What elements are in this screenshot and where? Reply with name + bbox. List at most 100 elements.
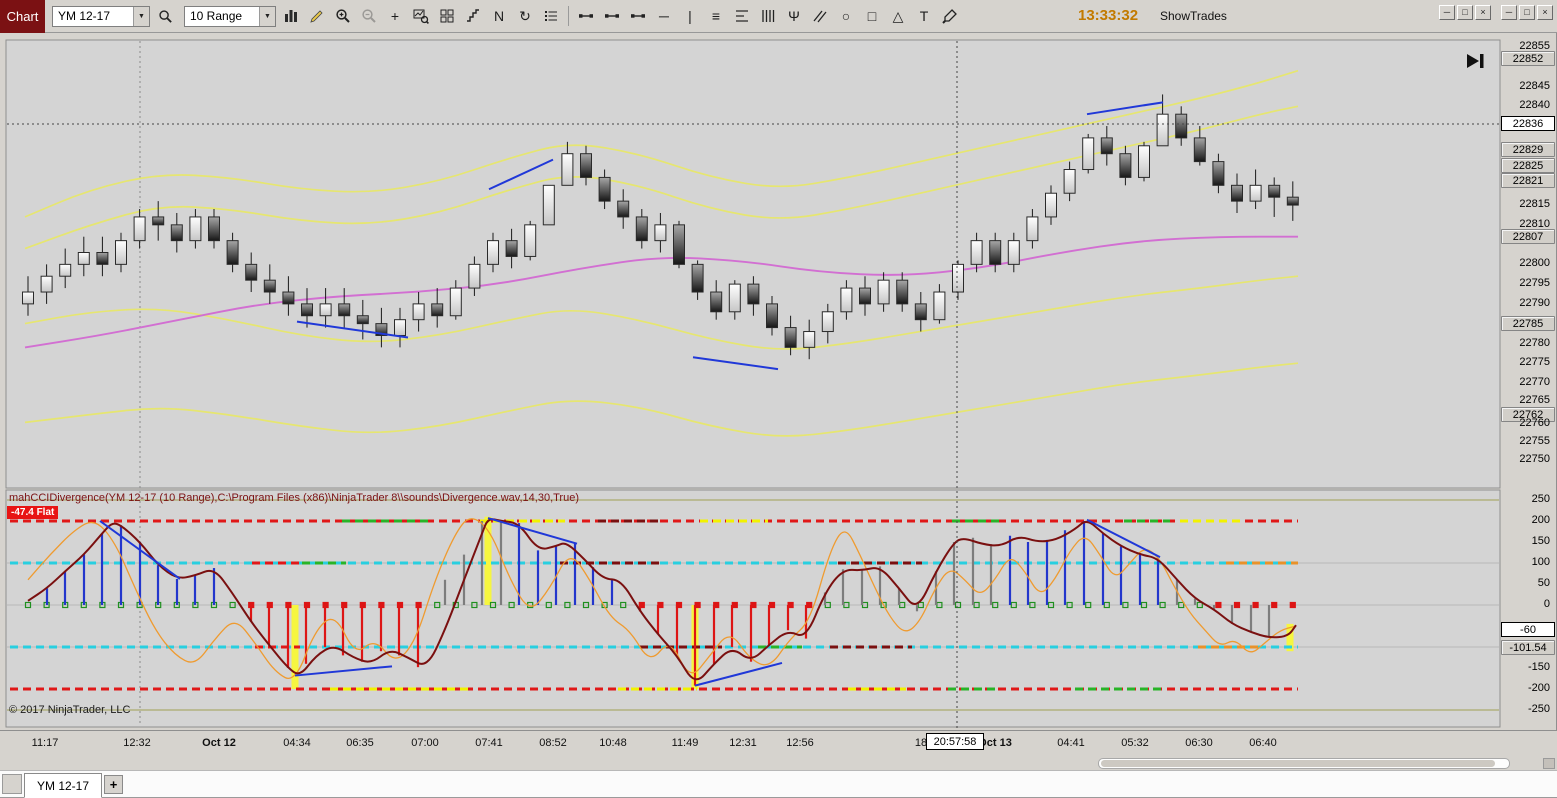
time-axis-label: 07:41 — [475, 737, 503, 749]
price-axis-label: 22780 — [1519, 337, 1550, 349]
data-box-icon[interactable] — [409, 4, 433, 28]
price-axis-label: 22785 — [1501, 316, 1555, 331]
price-axis-label: 22821 — [1501, 173, 1555, 188]
time-axis-label: 06:40 — [1249, 737, 1277, 749]
ellipse-tool-icon[interactable]: ○ — [834, 4, 858, 28]
price-axis-label: 22836 — [1501, 116, 1555, 131]
indicator-title: mahCCIDivergence(YM 12-17 (10 Range),C:\… — [9, 492, 579, 504]
window-caption: Chart — [0, 0, 45, 33]
indicator-axis-label: -150 — [1527, 661, 1550, 673]
price-axis-label: 22807 — [1501, 229, 1555, 244]
dropdown-arrow-icon[interactable] — [259, 6, 275, 26]
indicator-value-badge: -47.4 Flat — [7, 506, 59, 519]
trend-lines-icon[interactable]: ≡ — [704, 4, 728, 28]
toolbar-separator — [568, 6, 569, 26]
indicator-axis-label: 50 — [1537, 577, 1550, 589]
time-axis-label: 11:49 — [671, 737, 699, 749]
restore-button[interactable]: □ — [1457, 5, 1473, 20]
instrument-selector[interactable]: YM 12-17 — [52, 5, 150, 27]
price-axis-label: 22750 — [1519, 453, 1550, 465]
text-tool-icon[interactable]: T — [912, 4, 936, 28]
time-axis[interactable]: 20:57:58 11:17 12:32 Oct 12 04:34 06:35 07:00… — [0, 730, 1557, 757]
indicator-axis-label: 150 — [1531, 535, 1550, 547]
indicator-axis-label: -60 — [1501, 622, 1555, 637]
price-axis-label: 22829 — [1501, 142, 1555, 157]
chart-canvas[interactable] — [0, 0, 1557, 797]
vertical-line-tool-icon[interactable]: | — [678, 4, 702, 28]
indicator-axis-label: 0 — [1543, 598, 1550, 610]
time-axis-label: 06:35 — [346, 737, 374, 749]
line-tool-icon[interactable] — [574, 4, 598, 28]
price-axis-label: 22760 — [1519, 417, 1550, 429]
reload-icon[interactable]: ↻ — [513, 4, 537, 28]
tab-bar: YM 12-17 + — [0, 770, 1557, 798]
time-axis-label: 12:56 — [786, 737, 814, 749]
horizontal-line-tool-icon[interactable]: ─ — [652, 4, 676, 28]
indicator-axis-label: 250 — [1531, 493, 1550, 505]
triangle-tool-icon[interactable]: △ — [886, 4, 910, 28]
copyright-label: © 2017 NinjaTrader, LLC — [9, 704, 131, 716]
tab-scroll-button[interactable] — [2, 774, 22, 794]
time-axis-label: 12:32 — [123, 737, 151, 749]
go-to-last-bar-icon[interactable] — [1464, 52, 1486, 75]
fibonacci-tool-icon[interactable] — [730, 4, 754, 28]
step-plot-icon[interactable] — [461, 4, 485, 28]
extended-line-tool-icon[interactable] — [626, 4, 650, 28]
time-axis-label: 04:41 — [1057, 737, 1085, 749]
show-trades-label[interactable]: ShowTrades — [1160, 9, 1227, 23]
app-minimize-button[interactable]: ─ — [1501, 5, 1517, 20]
interval-value: 10 Range — [190, 9, 243, 23]
indicator-axis-label: -101.54 — [1501, 640, 1555, 655]
ray-tool-icon[interactable] — [600, 4, 624, 28]
app-close-button[interactable]: × — [1537, 5, 1553, 20]
zoom-in-icon[interactable] — [331, 4, 355, 28]
toolbar-icons: + N ↻ ─ | ≡ Ψ ○ □ △ T — [279, 4, 962, 28]
window-buttons: ─ □ × ─ □ × — [1439, 5, 1553, 20]
price-axis-label: 22765 — [1519, 394, 1550, 406]
toolbar: Chart YM 12-17 10 Range +N↻─|≡Ψ○□△T 13:3… — [0, 0, 1557, 33]
indicator-axis-label: 100 — [1531, 556, 1550, 568]
time-axis-label: 11:17 — [31, 737, 59, 749]
parallel-channel-icon[interactable] — [808, 4, 832, 28]
minimize-button[interactable]: ─ — [1439, 5, 1455, 20]
zigzag-icon[interactable]: N — [487, 4, 511, 28]
time-axis-label: 06:30 — [1185, 737, 1213, 749]
price-axis-label: 22775 — [1519, 356, 1550, 368]
indicator-axis-label: -250 — [1527, 703, 1550, 715]
cursor-time-box: 20:57:58 — [926, 733, 984, 750]
chart-style-icon[interactable] — [279, 4, 303, 28]
zero-line-markers — [24, 601, 1296, 609]
scrollbar-thumb[interactable] — [1101, 760, 1495, 767]
app-restore-button[interactable]: □ — [1519, 5, 1535, 20]
rectangle-tool-icon[interactable]: □ — [860, 4, 884, 28]
add-tab-button[interactable]: + — [104, 775, 123, 794]
plus-icon: + — [109, 777, 118, 792]
chart-window: { "window": { "caption": "Chart", "clock… — [0, 0, 1557, 798]
tab-label: YM 12-17 — [37, 778, 90, 793]
price-axis-label: 22795 — [1519, 277, 1550, 289]
instrument-value: YM 12-17 — [58, 9, 111, 23]
brush-tool-icon[interactable] — [938, 4, 962, 28]
horizontal-scrollbar[interactable] — [1098, 758, 1510, 769]
crosshair-add-icon[interactable]: + — [383, 4, 407, 28]
interval-selector[interactable]: 10 Range — [184, 5, 276, 27]
instrument-search-icon[interactable] — [153, 4, 177, 28]
indicator-axis-label: 200 — [1531, 514, 1550, 526]
indicator-axis-label: -200 — [1527, 682, 1550, 694]
grid-icon[interactable] — [435, 4, 459, 28]
pitchfork-tool-icon[interactable]: Ψ — [782, 4, 806, 28]
dropdown-arrow-icon[interactable] — [133, 6, 149, 26]
gann-fan-icon[interactable] — [756, 4, 780, 28]
time-axis-label: 04:34 — [283, 737, 311, 749]
price-axis-label: 22755 — [1519, 435, 1550, 447]
list-icon[interactable] — [539, 4, 563, 28]
price-axis-label: 22770 — [1519, 376, 1550, 388]
price-axis-label: 22825 — [1501, 158, 1555, 173]
zoom-out-icon[interactable] — [357, 4, 381, 28]
price-axis[interactable]: 22855 22852 22845 22840 22836 22829 22825 22821… — [1500, 0, 1557, 797]
price-axis-label: 22815 — [1519, 198, 1550, 210]
close-button[interactable]: × — [1475, 5, 1491, 20]
resize-grip[interactable] — [1543, 758, 1555, 769]
tab-ym-12-17[interactable]: YM 12-17 — [24, 773, 103, 798]
drawing-tools-icon[interactable] — [305, 4, 329, 28]
